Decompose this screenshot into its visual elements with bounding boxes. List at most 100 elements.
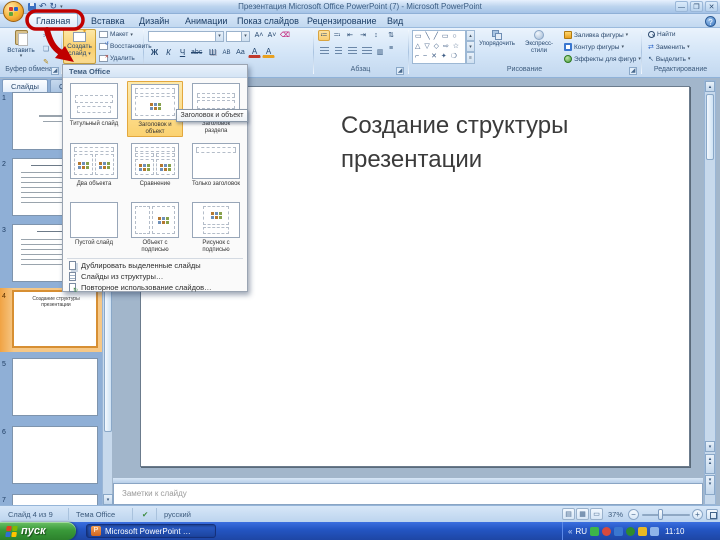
change-case-button[interactable]: Аа — [234, 46, 247, 59]
redo-icon[interactable]: ↻ — [50, 1, 58, 12]
tab-design[interactable]: Дизайн — [132, 14, 176, 28]
replace-button[interactable]: ⇄ Заменить ▾ — [648, 43, 690, 52]
slide-thumbnail-6[interactable] — [12, 426, 98, 484]
slideshow-button[interactable]: ▭ — [590, 508, 603, 520]
layout-blank[interactable]: Пустой слайд — [66, 200, 122, 256]
save-icon[interactable] — [28, 2, 36, 11]
strikethrough-button[interactable]: abc — [190, 46, 203, 59]
highlight-color-button[interactable]: А — [262, 46, 275, 58]
tab-slideshow[interactable]: Показ слайдов — [230, 14, 306, 28]
italic-button[interactable]: К — [162, 46, 175, 59]
layout-button[interactable]: Макет ▾ — [99, 31, 133, 38]
tray-clock[interactable]: 11:10 — [665, 527, 684, 536]
spellcheck-icon[interactable]: ✔ — [142, 510, 148, 519]
start-button[interactable]: пуск — [0, 522, 76, 540]
decrease-indent-icon[interactable]: ⇤ — [344, 30, 356, 41]
new-slide-button[interactable]: Создать слайд ▾ — [63, 29, 96, 64]
zoom-in-icon[interactable]: + — [692, 509, 703, 520]
bold-button[interactable]: Ж — [148, 46, 161, 59]
undo-icon[interactable]: ↶ — [39, 1, 47, 12]
paragraph-dialog-launcher[interactable]: ◢ — [396, 67, 404, 75]
align-left-button[interactable] — [318, 46, 331, 59]
tab-insert[interactable]: Вставка — [84, 14, 131, 28]
arrange-button[interactable]: Упорядочить — [477, 30, 517, 48]
help-icon[interactable]: ? — [705, 16, 716, 27]
previous-slide-button[interactable]: ▴ ▴ — [705, 454, 715, 474]
layout-two-content[interactable]: Два объекта — [66, 141, 122, 197]
bullets-button[interactable]: ≔ — [318, 30, 330, 41]
tab-review[interactable]: Рецензирование — [300, 14, 384, 28]
maximize-button[interactable]: ❐ — [690, 1, 703, 12]
zoom-out-icon[interactable]: − — [628, 509, 639, 520]
minimize-button[interactable]: — — [675, 1, 688, 12]
tray-icon[interactable] — [650, 526, 660, 536]
tray-chevron-icon[interactable]: « — [568, 527, 572, 536]
copy-icon[interactable]: ❏ — [40, 44, 52, 55]
layout-comparison[interactable]: Сравнение — [127, 141, 183, 197]
taskbar-powerpoint-button[interactable]: P Microsoft PowerPoint … — [86, 524, 216, 538]
fit-to-window-icon[interactable] — [706, 509, 718, 520]
normal-view-button[interactable]: ▤ — [562, 508, 575, 520]
shapes-more-icon[interactable]: ≡ — [466, 52, 475, 64]
layout-title-and-content[interactable]: Заголовок и объект — [127, 81, 183, 137]
tray-icon[interactable] — [614, 526, 624, 536]
layout-title-slide[interactable]: Титульный слайд — [66, 81, 122, 137]
clear-formatting-icon[interactable]: ⌫ — [279, 30, 291, 41]
underline-button[interactable]: Ч — [176, 46, 189, 59]
align-center-button[interactable] — [332, 46, 345, 59]
text-shadow-button[interactable]: Ш — [206, 46, 219, 59]
drawing-dialog-launcher[interactable]: ◢ — [629, 67, 637, 75]
shapes-gallery[interactable]: ▭ ╲ ╱ ▭ ○ △ ▽ ◇ ⇨ ☆ ⌐ ~ ✕ ✦ ❍ — [412, 30, 466, 64]
select-button[interactable]: ↖ Выделить ▾ — [648, 55, 690, 64]
tray-icon[interactable] — [638, 526, 648, 536]
numbering-button[interactable]: ≕ — [331, 30, 343, 41]
clipboard-dialog-launcher[interactable]: ◢ — [51, 67, 59, 75]
menu-duplicate-slides[interactable]: Дублировать выделенные слайды — [65, 260, 245, 271]
columns-icon[interactable]: ▥ — [374, 47, 386, 58]
zoom-slider-track[interactable] — [642, 514, 690, 516]
grow-font-icon[interactable]: А˄ — [253, 30, 265, 41]
layout-content-with-caption[interactable]: Объект с подписью — [127, 200, 183, 256]
shapes-scroll-up-icon[interactable]: ▴ — [466, 30, 475, 41]
menu-slides-from-outline[interactable]: Слайды из структуры… — [65, 271, 245, 282]
office-button[interactable] — [3, 1, 24, 22]
delete-button[interactable]: Удалить — [99, 54, 135, 62]
next-slide-button[interactable]: ▾ ▾ — [705, 475, 715, 495]
tab-view[interactable]: Вид — [380, 14, 410, 28]
slide-sorter-button[interactable]: ▦ — [576, 508, 589, 520]
tray-icon[interactable] — [590, 526, 600, 536]
font-size-combo[interactable]: ▾ — [226, 31, 250, 42]
close-button[interactable]: ✕ — [705, 1, 718, 12]
notes-pane[interactable]: Заметки к слайду — [113, 483, 703, 505]
tray-icon[interactable] — [626, 526, 636, 536]
slide-title-text[interactable]: Создание структуры презентации — [341, 109, 568, 177]
font-name-combo[interactable]: ▾ — [148, 31, 224, 42]
quick-styles-button[interactable]: Экспресс-стили — [518, 30, 560, 55]
scroll-up-icon[interactable]: ▴ — [705, 81, 715, 92]
text-direction-icon[interactable]: ⇅ — [385, 30, 397, 41]
paste-button[interactable]: Вставить ▾ — [6, 30, 36, 60]
main-scrollbar[interactable]: ▴ ▾ ▴ ▴ ▾ ▾ — [704, 80, 716, 505]
increase-indent-icon[interactable]: ⇥ — [357, 30, 369, 41]
menu-reuse-slides[interactable]: Повторное использование слайдов… — [65, 282, 245, 294]
shape-fill-button[interactable]: Заливка фигуры ▾ — [564, 31, 628, 39]
find-button[interactable]: Найти — [648, 31, 676, 38]
shrink-font-icon[interactable]: А˅ — [266, 30, 278, 41]
tray-icon[interactable] — [602, 526, 612, 536]
pane-scroll-down-icon[interactable]: ▾ — [103, 494, 113, 505]
shapes-scroll-down-icon[interactable]: ▾ — [466, 41, 475, 52]
layout-title-only[interactable]: Только заголовок — [188, 141, 244, 197]
tab-home[interactable]: Главная — [28, 13, 79, 28]
scroll-down-icon[interactable]: ▾ — [705, 441, 715, 452]
font-color-button[interactable]: А — [248, 46, 261, 58]
tab-animations[interactable]: Анимации — [178, 14, 234, 28]
justify-button[interactable] — [360, 46, 373, 59]
language-indicator[interactable]: русский — [164, 510, 191, 519]
align-text-icon[interactable]: ≡ — [385, 43, 397, 54]
line-spacing-icon[interactable]: ↕ — [370, 30, 382, 41]
shape-effects-button[interactable]: Эффекты для фигур ▾ — [564, 55, 641, 63]
reset-button[interactable]: Восстановить — [99, 41, 152, 50]
tray-language-indicator[interactable]: RU — [575, 527, 587, 536]
qat-caret-icon[interactable]: ▾ — [60, 4, 63, 10]
tab-slides[interactable]: Слайды — [2, 79, 48, 92]
